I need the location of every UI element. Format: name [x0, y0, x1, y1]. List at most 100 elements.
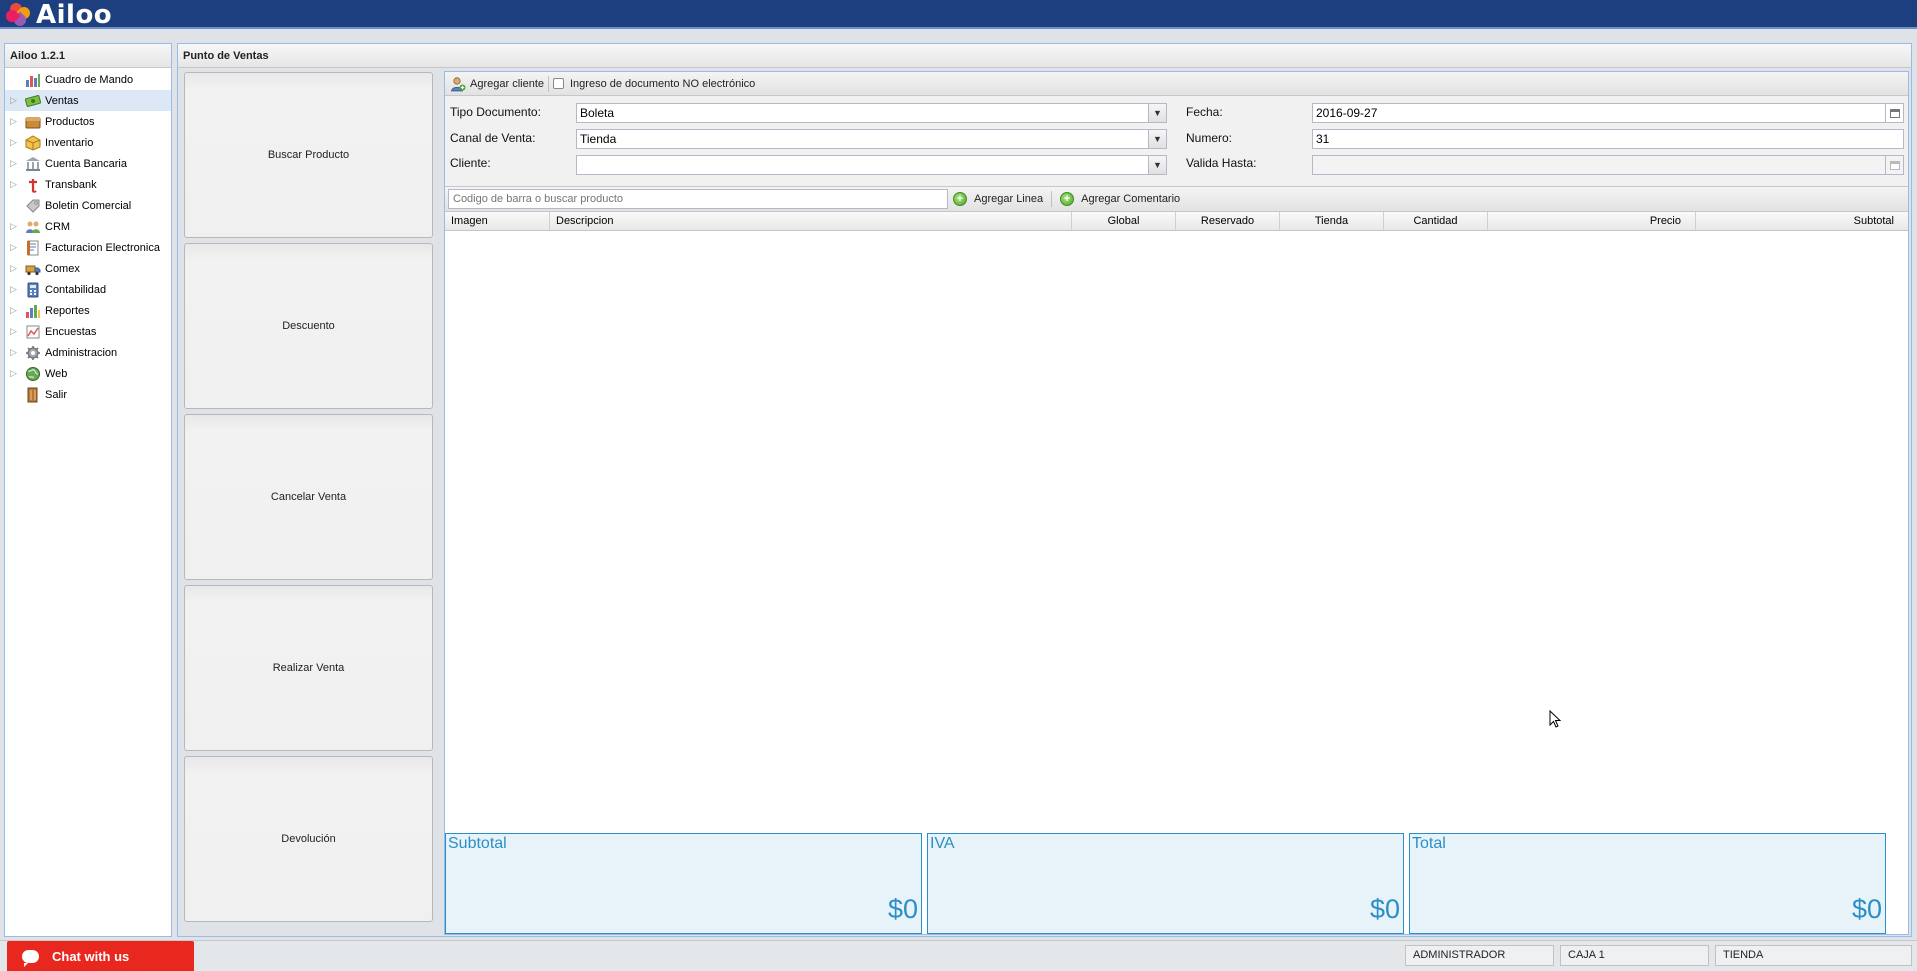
expand-arrow-icon[interactable]: ▷: [10, 347, 19, 358]
date-label: Fecha:: [1186, 105, 1223, 119]
number-label: Numero:: [1186, 131, 1233, 145]
discount-button[interactable]: Descuento: [184, 243, 433, 409]
add-user-icon: [451, 76, 466, 91]
sidebar-item-productos[interactable]: ▷ Productos: [5, 111, 171, 132]
search-product-button[interactable]: Buscar Producto: [184, 72, 433, 238]
sidebar-item-administracion[interactable]: ▷ Administracion: [5, 342, 171, 363]
date-field[interactable]: 2016-09-27: [1312, 103, 1904, 123]
product-grid-body[interactable]: [445, 233, 1908, 833]
sidebar-item-label: Facturacion Electronica: [45, 241, 160, 254]
add-circle-icon: +: [953, 192, 967, 206]
point-of-sale-panel: Punto de Ventas Buscar Producto Descuent…: [177, 43, 1912, 937]
toolbar-separator: [1051, 191, 1053, 207]
add-comment-button[interactable]: + Agregar Comentario: [1060, 192, 1180, 206]
chat-with-us-button[interactable]: Chat with us: [7, 941, 194, 971]
sidebar-item-web[interactable]: ▷ Web: [5, 363, 171, 384]
subtotal-box: Subtotal $0: [445, 833, 922, 934]
expand-arrow-icon[interactable]: ▷: [10, 284, 19, 295]
expand-arrow-icon[interactable]: ▷: [10, 116, 19, 127]
globe-icon: [26, 366, 40, 381]
chevron-down-icon[interactable]: ▼: [1148, 130, 1166, 148]
sidebar-item-facturacion-electronica[interactable]: ▷ Facturacion Electronica: [5, 237, 171, 258]
sidebar-item-reportes[interactable]: ▷ Reportes: [5, 300, 171, 321]
sidebar-item-contabilidad[interactable]: ▷ Contabilidad: [5, 279, 171, 300]
valid-until-field[interactable]: [1312, 155, 1904, 175]
product-search-bar: + Agregar Linea + Agregar Comentario: [445, 187, 1908, 212]
add-line-label: Agregar Linea: [974, 193, 1044, 205]
column-header-subtotal[interactable]: Subtotal: [1696, 212, 1908, 230]
sidebar-item-cuenta-bancaria[interactable]: ▷ Cuenta Bancaria: [5, 153, 171, 174]
non-electronic-label: Ingreso de documento NO electrónico: [570, 77, 756, 90]
expand-arrow-icon[interactable]: ▷: [10, 137, 19, 148]
chevron-down-icon[interactable]: ▼: [1148, 156, 1166, 174]
sidebar-item-label: Encuestas: [45, 325, 97, 338]
expand-arrow-icon[interactable]: ▷: [10, 158, 19, 169]
sales-channel-select[interactable]: Tienda ▼: [576, 129, 1167, 149]
column-header-global[interactable]: Global: [1072, 212, 1176, 230]
sidebar-item-label: Reportes: [45, 304, 90, 317]
sidebar-item-crm[interactable]: ▷ CRM: [5, 216, 171, 237]
column-header-price[interactable]: Precio: [1488, 212, 1696, 230]
navigation-tree: Cuadro de Mando ▷ Ventas ▷ Productos ▷ Inventa…: [5, 68, 171, 405]
navigation-panel: Ailoo 1.2.1 Cuadro de Mando ▷ Ventas ▷ Produ…: [4, 43, 172, 937]
sidebar-item-label: Comex: [45, 262, 80, 275]
return-button[interactable]: Devolución: [184, 756, 433, 922]
sidebar-item-cuadro-de-mando[interactable]: Cuadro de Mando: [5, 69, 171, 90]
sidebar-item-transbank[interactable]: ▷ Transbank: [5, 174, 171, 195]
sidebar-item-boletin-comercial[interactable]: Boletin Comercial: [5, 195, 171, 216]
iva-label: IVA: [930, 835, 955, 852]
tag-icon: [26, 199, 40, 213]
sidebar-item-salir[interactable]: Salir: [5, 384, 171, 405]
status-store: TIENDA: [1715, 945, 1912, 966]
non-electronic-document-toggle[interactable]: Ingreso de documento NO electrónico: [553, 78, 755, 90]
column-header-store[interactable]: Tienda: [1280, 212, 1384, 230]
expand-arrow-icon[interactable]: ▷: [10, 305, 19, 316]
total-box: Total $0: [1409, 833, 1886, 934]
total-value: $0: [1851, 894, 1882, 924]
number-value: 31: [1316, 132, 1330, 146]
sidebar-item-label: Inventario: [45, 136, 94, 149]
subtotal-label: Subtotal: [448, 835, 507, 852]
toolbar-separator: [548, 75, 549, 92]
status-register: CAJA 1: [1560, 945, 1709, 966]
non-electronic-checkbox[interactable]: [553, 78, 564, 89]
column-header-description[interactable]: Descripcion: [550, 212, 1072, 230]
column-header-image[interactable]: Imagen: [445, 212, 550, 230]
expand-arrow-icon[interactable]: ▷: [10, 326, 19, 337]
chevron-down-icon[interactable]: ▼: [1148, 104, 1166, 122]
calendar-icon[interactable]: [1885, 156, 1903, 174]
calendar-icon[interactable]: [1885, 104, 1903, 122]
column-header-reserved[interactable]: Reservado: [1176, 212, 1280, 230]
sales-channel-value: Tienda: [580, 132, 617, 146]
navigation-panel-title: Ailoo 1.2.1: [5, 44, 171, 68]
sidebar-item-comex[interactable]: ▷ Comex: [5, 258, 171, 279]
sidebar-item-inventario[interactable]: ▷ Inventario: [5, 132, 171, 153]
valid-until-value: [1313, 156, 1885, 174]
expand-arrow-icon[interactable]: ▷: [10, 179, 19, 190]
truck-icon: [25, 265, 41, 275]
cancel-sale-button[interactable]: Cancelar Venta: [184, 414, 433, 580]
subtotal-value: $0: [887, 894, 918, 924]
expand-arrow-icon[interactable]: ▷: [10, 242, 19, 253]
add-client-button[interactable]: Agregar cliente: [450, 76, 544, 92]
expand-arrow-icon[interactable]: ▷: [10, 95, 19, 106]
document-type-select[interactable]: Boleta ▼: [576, 103, 1167, 123]
sidebar-item-ventas[interactable]: ▷ Ventas: [5, 90, 171, 111]
add-comment-label: Agregar Comentario: [1081, 193, 1181, 205]
ailoo-flower-icon: [3, 0, 34, 28]
sidebar-item-encuestas[interactable]: ▷ Encuestas: [5, 321, 171, 342]
app-logo[interactable]: Ailoo: [3, 0, 112, 30]
bank-icon: [26, 156, 40, 171]
client-select[interactable]: ▼: [576, 155, 1167, 175]
add-line-button[interactable]: + Agregar Linea: [953, 192, 1043, 206]
complete-sale-button[interactable]: Realizar Venta: [184, 585, 433, 751]
totals-area: Subtotal $0 IVA $0 Total $0: [445, 833, 1908, 934]
product-search-input[interactable]: [448, 189, 948, 209]
expand-arrow-icon[interactable]: ▷: [10, 368, 19, 379]
column-header-quantity[interactable]: Cantidad: [1384, 212, 1488, 230]
iva-box: IVA $0: [927, 833, 1404, 934]
expand-arrow-icon[interactable]: ▷: [10, 263, 19, 274]
expand-arrow-icon[interactable]: ▷: [10, 221, 19, 232]
status-bar: Chat with us ADMINISTRADOR CAJA 1 TIENDA: [0, 940, 1917, 971]
number-field[interactable]: 31: [1312, 129, 1904, 149]
